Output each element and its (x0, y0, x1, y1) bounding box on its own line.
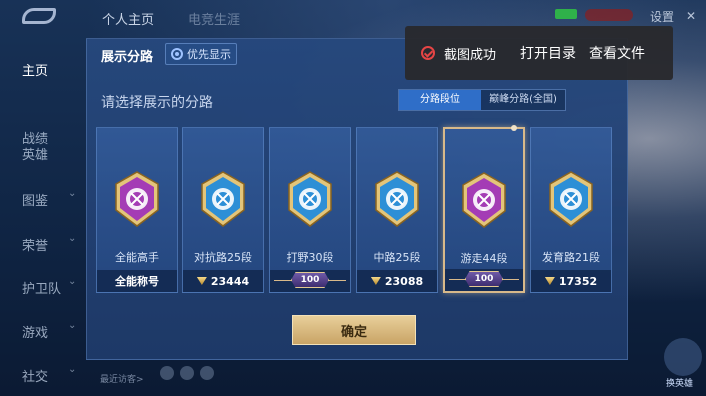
points-gem-icon (544, 277, 555, 285)
card-footer: 100 (270, 270, 350, 292)
route-display-dialog: 展示分路 优先显示 请选择展示的分路 分路段位 巅峰分路(全国) 全能高手全能称… (86, 38, 628, 360)
sidebar-item-6[interactable]: 游戏 (22, 322, 48, 341)
priority-display-button[interactable]: 优先显示 (165, 43, 237, 65)
tab-esports-career[interactable]: 电竞生涯 (188, 9, 240, 28)
route-card-label: 打野30段 (286, 251, 334, 264)
check-circle-icon (421, 46, 435, 60)
gear-icon (171, 48, 183, 60)
route-title: 全能称号 (115, 275, 159, 288)
route-card[interactable]: 发育路21段 17352 (530, 127, 612, 293)
tab-personal-home[interactable]: 个人主页 (102, 9, 154, 28)
game-logo-icon (22, 8, 56, 24)
sidebar: 主页 战绩 英雄 图鉴 ⌄ 荣誉 ⌄ 护卫队 ⌄ 游戏 ⌄ 社交 ⌄ (0, 40, 86, 396)
sidebar-item-5[interactable]: 护卫队 (22, 278, 61, 297)
rank-emblem-icon (372, 170, 422, 228)
tab-route-rank[interactable]: 分路段位 (399, 90, 481, 110)
chevron-down-icon: ⌄ (68, 188, 77, 199)
sidebar-item-4[interactable]: 荣誉 (22, 235, 48, 254)
sidebar-item-7[interactable]: 社交 (22, 366, 48, 385)
selected-indicator (511, 125, 517, 131)
route-points: 23444 (210, 274, 250, 288)
card-footer: 100 (445, 269, 523, 291)
route-card-label: 游走44段 (460, 252, 508, 265)
route-card[interactable]: 全能高手 全能称号 (96, 127, 178, 293)
avatar[interactable] (180, 366, 194, 380)
rank-points-badge: 100 (291, 272, 329, 288)
switch-hero-button[interactable] (664, 338, 702, 376)
card-footer: 全能称号 (97, 270, 177, 292)
points-gem-icon (196, 277, 207, 285)
route-card-label: 发育路21段 (542, 251, 600, 264)
route-card[interactable]: 游走44段 100 (443, 125, 525, 293)
toast-message: 截图成功 (444, 47, 497, 63)
chevron-down-icon: ⌄ (68, 364, 77, 375)
card-footer: 23088 (357, 270, 437, 292)
card-footer: 17352 (531, 270, 611, 292)
route-card-label: 全能高手 (115, 251, 159, 264)
avatar[interactable] (160, 366, 174, 380)
visitor-avatars (160, 366, 214, 380)
recent-visitors-link[interactable]: 最近访客> (100, 372, 144, 385)
dialog-title: 展示分路 (101, 50, 154, 65)
route-type-toggle: 分路段位 巅峰分路(全国) (398, 89, 566, 111)
avatar[interactable] (200, 366, 214, 380)
rank-emblem-icon (546, 170, 596, 228)
sidebar-item-0[interactable]: 主页 (22, 60, 48, 79)
rank-points-badge: 100 (465, 271, 503, 287)
route-card-label: 中路25段 (373, 251, 421, 264)
switch-hero-label: 换英雄 (666, 379, 694, 389)
chevron-down-icon: ⌄ (68, 320, 77, 331)
sidebar-item-2[interactable]: 英雄 (22, 144, 48, 163)
route-card[interactable]: 打野30段 100 (269, 127, 351, 293)
chevron-down-icon: ⌄ (68, 276, 77, 287)
route-card-label: 对抗路25段 (194, 251, 252, 264)
priority-display-label: 优先显示 (187, 48, 231, 61)
chevron-down-icon: ⌄ (68, 233, 77, 244)
card-footer: 23444 (183, 270, 263, 292)
points-gem-icon (370, 277, 381, 285)
route-card[interactable]: 中路25段 23088 (356, 127, 438, 293)
close-icon[interactable]: ✕ (686, 9, 696, 23)
route-card[interactable]: 对抗路25段 23444 (182, 127, 264, 293)
screenshot-toast: 截图成功 打开目录 查看文件 (405, 26, 673, 80)
view-file-button[interactable]: 查看文件 (589, 43, 645, 63)
sidebar-item-3[interactable]: 图鉴 (22, 190, 48, 209)
tab-peak-route[interactable]: 巅峰分路(全国) (481, 90, 565, 110)
route-points: 23088 (384, 274, 424, 288)
notification-pill (585, 9, 633, 21)
dialog-subtitle: 请选择展示的分路 (101, 95, 213, 111)
rank-emblem-icon (198, 170, 248, 228)
rank-emblem-icon (459, 171, 509, 229)
confirm-button[interactable]: 确定 (292, 315, 416, 345)
status-badge (555, 9, 577, 19)
open-folder-button[interactable]: 打开目录 (520, 43, 576, 63)
rank-emblem-icon (285, 170, 335, 228)
rank-emblem-icon (112, 170, 162, 228)
settings-button[interactable]: 设置 (650, 8, 674, 25)
route-points: 17352 (558, 274, 598, 288)
